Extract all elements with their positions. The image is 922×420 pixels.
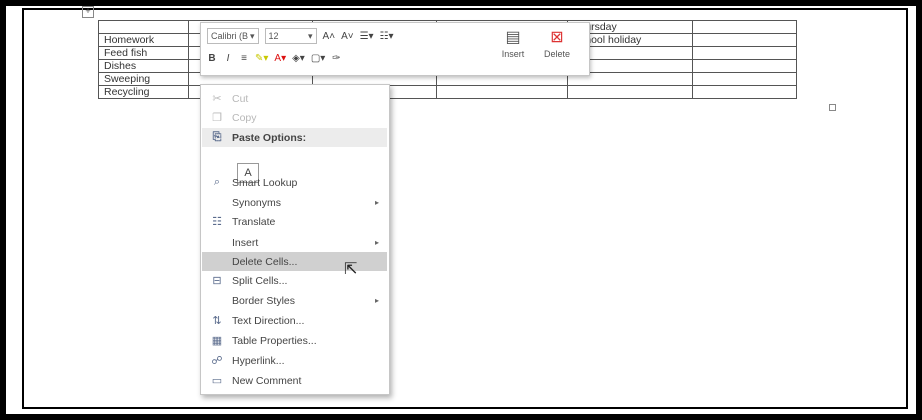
- delete-table-icon: ⊠: [550, 29, 564, 46]
- menu-item-label: Split Cells...: [232, 274, 288, 287]
- shading-icon[interactable]: ◈▾: [292, 53, 305, 64]
- menu-item-cut[interactable]: ✂ Cut: [202, 89, 387, 108]
- table-cell[interactable]: Recycling: [98, 85, 189, 99]
- menu-item-insert[interactable]: Insert ▸: [202, 233, 387, 252]
- menu-item-label: Text Direction...: [232, 314, 305, 327]
- menu-item-border-styles[interactable]: Border Styles ▸: [202, 291, 387, 310]
- table-cell[interactable]: [692, 85, 797, 99]
- menu-item-label: Border Styles: [232, 294, 296, 307]
- menu-item-label: Paste Options:: [232, 131, 307, 144]
- menu-item-new-comment[interactable]: ▭ New Comment: [202, 371, 387, 390]
- table-cell[interactable]: [692, 20, 797, 34]
- table-cell[interactable]: Dishes: [98, 59, 189, 73]
- grow-font-button[interactable]: A˄: [323, 31, 336, 42]
- table-cell[interactable]: [436, 85, 568, 99]
- menu-item-label: Hyperlink...: [232, 354, 285, 367]
- borders-icon[interactable]: ▢▾: [311, 53, 325, 64]
- menu-item-label: Delete Cells...: [232, 255, 298, 268]
- menu-item-translate[interactable]: ☷ Translate: [202, 212, 387, 231]
- menu-item-paste-options: ⎘ Paste Options:: [202, 128, 387, 147]
- scissors-icon: ✂: [212, 93, 222, 105]
- menu-item-label: Synonyms: [232, 196, 282, 209]
- comment-icon: ▭: [211, 375, 223, 387]
- table-cell[interactable]: Homework: [98, 33, 189, 47]
- delete-button[interactable]: ⊠ Delete: [537, 27, 577, 59]
- menu-item-label: Table Properties...: [232, 334, 317, 347]
- table-cell[interactable]: [98, 20, 189, 34]
- menu-item-delete-cells[interactable]: Delete Cells...: [202, 252, 387, 271]
- menu-item-split-cells[interactable]: ⊟ Split Cells...: [202, 271, 387, 290]
- italic-button[interactable]: I: [223, 53, 233, 64]
- table-cell[interactable]: [567, 85, 693, 99]
- table-cell[interactable]: [692, 46, 797, 60]
- paste-icon: ⎘: [212, 131, 222, 143]
- menu-item-smart-lookup[interactable]: ⌕ Smart Lookup: [202, 173, 387, 192]
- submenu-arrow-icon: ▸: [374, 238, 379, 247]
- menu-item-label: New Comment: [232, 374, 302, 387]
- bold-button[interactable]: B: [207, 53, 217, 64]
- translate-icon: ☷: [212, 216, 222, 228]
- table-cell[interactable]: Sweeping: [98, 72, 189, 86]
- copy-icon: ❐: [212, 112, 222, 124]
- bullets-icon[interactable]: ☰▾: [360, 31, 374, 42]
- menu-item-label: Translate: [232, 215, 276, 228]
- menu-item-synonyms[interactable]: Synonyms ▸: [202, 193, 387, 212]
- insert-table-icon: ▤: [505, 29, 521, 46]
- menu-item-label: Cut: [232, 92, 249, 105]
- menu-item-label: Insert: [232, 236, 259, 249]
- font-size-dropdown[interactable]: 12 ▾: [264, 28, 317, 44]
- format-painter-icon[interactable]: ✑: [331, 53, 341, 64]
- context-menu: A ✂ Cut ❐ Copy ⎘ Paste Options: ⌕ Smart Lookup S…: [200, 84, 390, 395]
- hyperlink-icon: ☍: [211, 355, 223, 367]
- chevron-down-icon: ▾: [308, 30, 313, 41]
- text-direction-icon: ⇅: [212, 315, 222, 327]
- submenu-arrow-icon: ▸: [374, 296, 379, 305]
- table-cell[interactable]: Feed fish: [98, 46, 189, 60]
- shrink-font-button[interactable]: A˅: [341, 31, 354, 42]
- insert-button[interactable]: ▤ Insert: [493, 27, 533, 59]
- table-properties-icon: ▦: [211, 335, 223, 347]
- menu-item-copy[interactable]: ❐ Copy: [202, 108, 387, 127]
- font-size-value: 12: [268, 31, 279, 41]
- split-cells-icon: ⊟: [212, 275, 222, 287]
- table-cell[interactable]: [692, 72, 797, 86]
- align-center-icon[interactable]: ≡: [239, 53, 249, 64]
- table-cell[interactable]: [692, 33, 797, 47]
- delete-label: Delete: [543, 49, 570, 59]
- highlighter-icon[interactable]: ✎▾: [255, 53, 268, 64]
- mini-toolbar: Calibri (B ▾ 12 ▾ A˄ A˅ ☰▾ ☷▾ B I ≡ ✎▾ A…: [200, 22, 590, 76]
- table-move-handle[interactable]: +: [82, 6, 94, 18]
- menu-item-text-direction[interactable]: ⇅ Text Direction...: [202, 311, 387, 330]
- chevron-down-icon: ▾: [250, 30, 255, 41]
- menu-item-label: Smart Lookup: [232, 176, 298, 189]
- table-cell[interactable]: [692, 59, 797, 73]
- font-name-dropdown[interactable]: Calibri (B ▾: [207, 28, 259, 44]
- search-icon: ⌕: [213, 176, 221, 188]
- numbering-icon[interactable]: ☷▾: [380, 31, 394, 42]
- submenu-arrow-icon: ▸: [374, 198, 379, 207]
- menu-item-table-properties[interactable]: ▦ Table Properties...: [202, 331, 387, 350]
- mouse-cursor-icon: ⇱: [344, 261, 358, 278]
- menu-item-hyperlink[interactable]: ☍ Hyperlink...: [202, 351, 387, 370]
- insert-label: Insert: [501, 49, 525, 59]
- font-name-value: Calibri (B: [211, 31, 249, 41]
- font-color-icon[interactable]: A▾: [274, 53, 286, 64]
- menu-item-label: Copy: [232, 111, 257, 124]
- table-resize-handle[interactable]: [829, 104, 836, 111]
